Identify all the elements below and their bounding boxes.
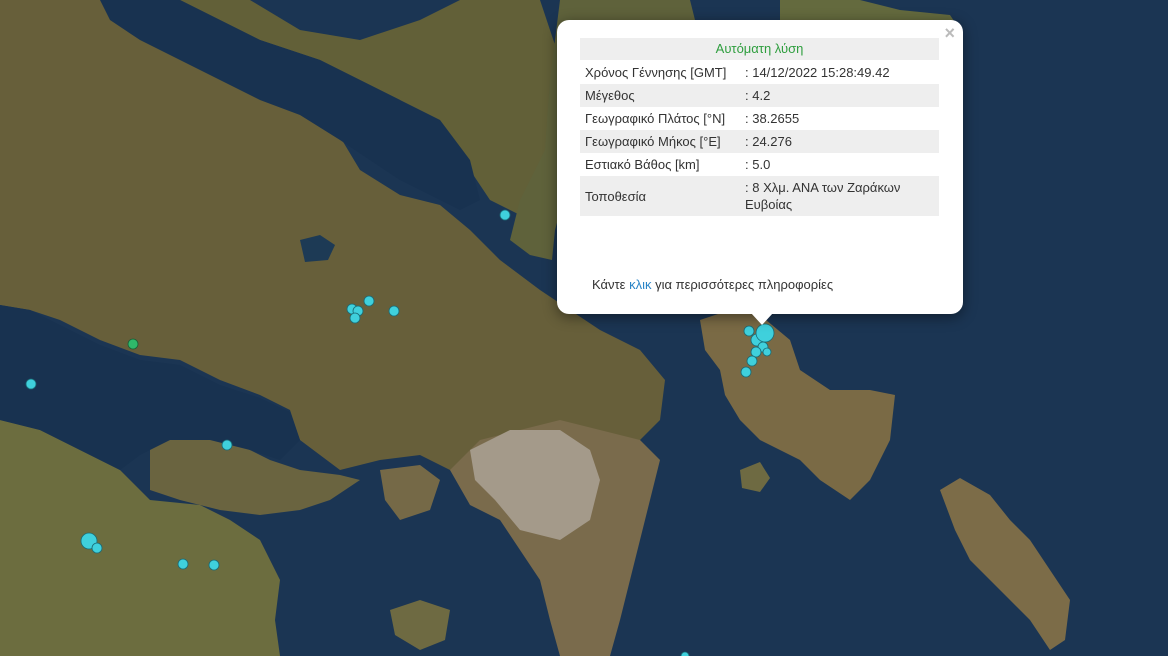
info-label: Μέγεθος: [580, 84, 740, 107]
info-label: Εστιακό Βάθος [km]: [585, 157, 700, 172]
info-label: Γεωγραφικό Μήκος [°E]: [580, 130, 740, 153]
earthquake-marker: [208, 559, 220, 571]
more-info-link[interactable]: κλικ: [629, 277, 651, 292]
more-info-text: Κάντε κλικ για περισσότερες πληροφορίες: [592, 277, 833, 292]
more-suffix: για περισσότερες πληροφορίες: [655, 277, 834, 292]
earthquake-marker: [746, 355, 758, 367]
more-prefix: Κάντε: [592, 277, 626, 292]
table-row: Μέγεθος : 4.2: [580, 84, 939, 107]
earthquake-marker: [25, 378, 37, 390]
info-value: : 8 Χλμ. ΑΝΑ των Ζαράκων Ευβοίας: [740, 176, 939, 216]
info-value: : 5.0: [745, 157, 771, 172]
popup-title: Αυτόματη λύση: [580, 38, 939, 60]
close-icon[interactable]: ×: [944, 23, 955, 43]
earthquake-marker: [349, 312, 361, 324]
table-row: Εστιακό Βάθος [km] : 5.0: [580, 153, 939, 176]
earthquake-marker: [221, 439, 233, 451]
earthquake-marker: [91, 542, 103, 554]
earthquake-marker: [499, 209, 511, 221]
earthquake-marker: [740, 366, 752, 378]
info-label: Τοποθεσία: [580, 176, 740, 216]
info-value: : 24.276: [740, 130, 939, 153]
info-value: : 14/12/2022 15:28:49.42: [745, 65, 890, 80]
earthquake-marker: [388, 305, 400, 317]
earthquake-info-table: Χρόνος Γέννησης [GMT] : 14/12/2022 15:28…: [580, 61, 939, 216]
earthquake-marker: [363, 295, 375, 307]
info-value: : 4.2: [740, 84, 939, 107]
earthquake-marker-green: [127, 338, 139, 350]
earthquake-marker: [762, 347, 772, 357]
info-value: : 38.2655: [745, 111, 800, 126]
earthquake-marker: [743, 325, 755, 337]
info-label: Χρόνος Γέννησης [GMT]: [585, 65, 727, 80]
earthquake-marker: [177, 558, 189, 570]
table-row: Τοποθεσία : 8 Χλμ. ΑΝΑ των Ζαράκων Ευβοί…: [580, 176, 939, 216]
table-row: Χρόνος Γέννησης [GMT] : 14/12/2022 15:28…: [580, 61, 939, 84]
earthquake-marker: [750, 346, 762, 358]
earthquake-popup: × Αυτόματη λύση Χρόνος Γέννησης [GMT] : …: [557, 20, 963, 314]
table-row: Γεωγραφικό Πλάτος [°N] : 38.2655: [580, 107, 939, 130]
popup-tip: [751, 313, 773, 325]
info-label: Γεωγραφικό Πλάτος [°N]: [585, 111, 726, 126]
table-row: Γεωγραφικό Μήκος [°E] : 24.276: [580, 130, 939, 153]
earthquake-marker-selected: [755, 323, 775, 343]
